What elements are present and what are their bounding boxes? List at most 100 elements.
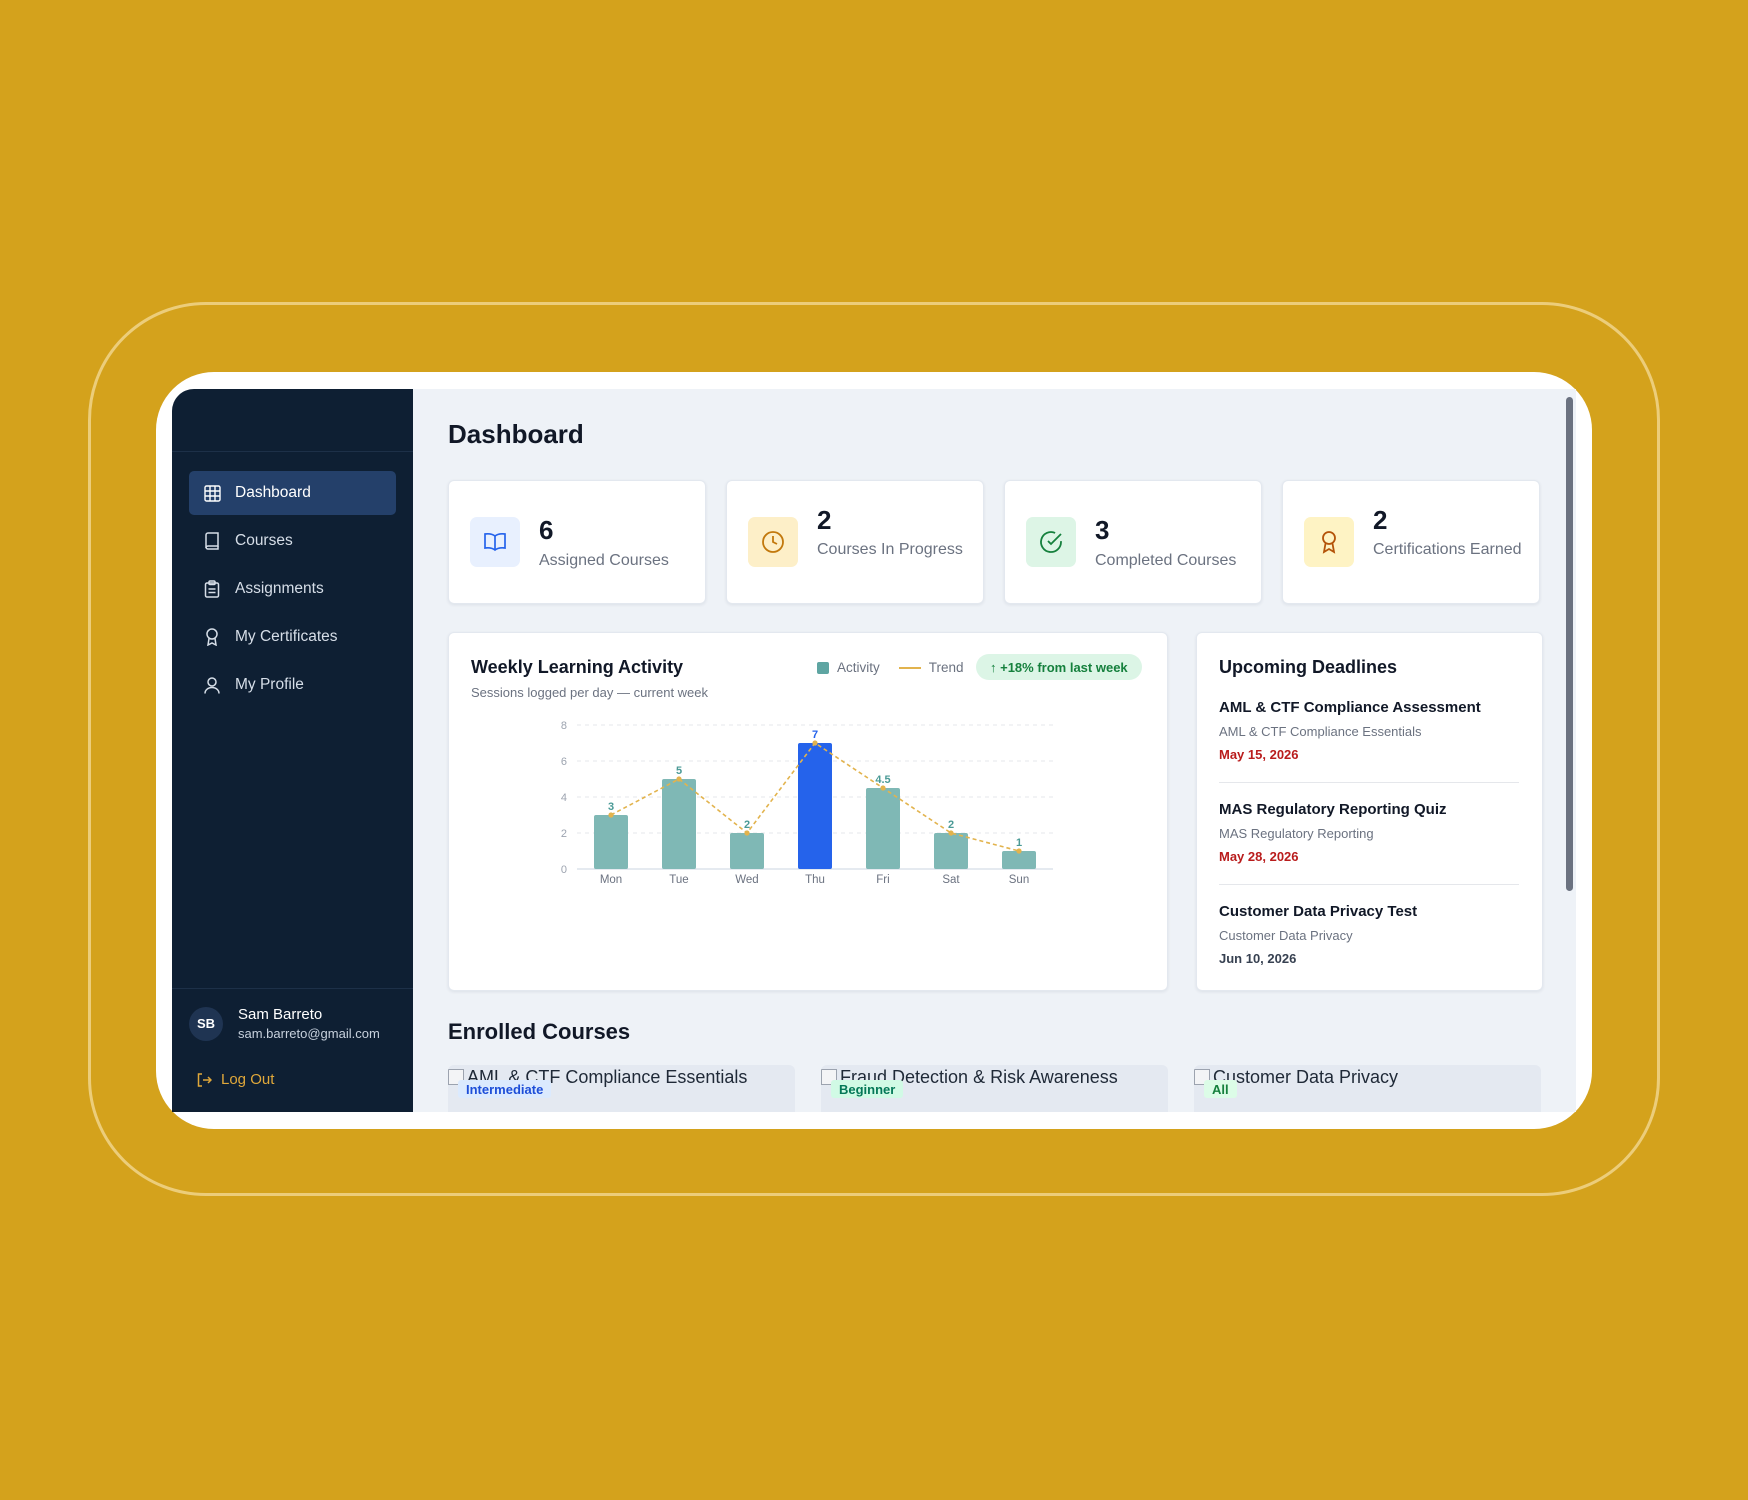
y-tick-label: 0 <box>561 864 567 876</box>
deadline-date: Jun 10, 2026 <box>1219 951 1297 966</box>
deadline-course: Customer Data Privacy <box>1219 928 1353 943</box>
course-name: Customer Data Privacy <box>1213 1067 1399 1087</box>
level-badge: All <box>1204 1080 1237 1098</box>
y-tick-label: 4 <box>561 792 567 804</box>
bar <box>594 815 628 869</box>
deadline-name: AML & CTF Compliance Assessment <box>1219 699 1481 716</box>
stat-label: Certifications Earned <box>1373 541 1522 558</box>
user-email: sam.barreto@gmail.com <box>238 1026 380 1041</box>
deadlines-title: Upcoming Deadlines <box>1219 657 1398 677</box>
level-badge: Intermediate <box>458 1080 552 1098</box>
sidebar-item-certificates[interactable]: My Certificates <box>189 615 396 659</box>
x-tick-label: Sun <box>1009 874 1029 883</box>
bar-value-label: 3 <box>608 801 614 813</box>
bar-value-label: 7 <box>812 729 818 741</box>
trend-point <box>1016 848 1022 854</box>
book-open-icon <box>470 517 520 567</box>
grid-icon <box>203 484 221 502</box>
stat-value: 6 <box>539 515 554 545</box>
x-tick-label: Sat <box>942 874 960 883</box>
enrolled-courses-title: Enrolled Courses <box>448 1019 631 1044</box>
clipboard-icon <box>203 580 221 598</box>
trend-point <box>744 830 750 836</box>
chart-legend: Activity Trend <box>817 660 964 675</box>
sidebar-divider <box>172 451 413 452</box>
course-card[interactable]: Customer Data Privacy All <box>1194 1065 1541 1112</box>
user-name: Sam Barreto <box>238 1006 323 1023</box>
sidebar-item-label: Assignments <box>235 580 324 597</box>
deadline-date: May 28, 2026 <box>1219 849 1299 864</box>
book-icon <box>203 532 221 550</box>
sidebar-nav: Dashboard Courses Assignments My Certifi… <box>189 471 396 711</box>
x-tick-label: Mon <box>600 874 622 883</box>
legend-trend-label: Trend <box>928 660 964 675</box>
activity-chart-card: Weekly Learning Activity Sessions logged… <box>448 632 1168 991</box>
legend-trend-line <box>898 666 921 669</box>
stat-value: 2 <box>1373 505 1388 535</box>
bar <box>866 788 900 869</box>
x-tick-label: Wed <box>735 874 758 883</box>
sidebar-item-profile[interactable]: My Profile <box>189 663 396 707</box>
stat-card-assigned[interactable]: 6 Assigned Courses <box>448 480 706 604</box>
deadline-date: May 15, 2026 <box>1219 747 1299 762</box>
app-screen: Dashboard Courses Assignments My Certifi… <box>172 389 1576 1112</box>
deadline-name: Customer Data Privacy Test <box>1219 903 1418 920</box>
bar-value-label: 1 <box>1016 837 1022 849</box>
sidebar-item-label: My Profile <box>235 676 304 693</box>
deadline-divider <box>1219 782 1519 783</box>
bar <box>662 779 696 869</box>
deadline-name: MAS Regulatory Reporting Quiz <box>1219 801 1447 818</box>
deadline-item[interactable]: MAS Regulatory Reporting Quiz MAS Regula… <box>1219 801 1519 864</box>
chart-title: Weekly Learning Activity <box>471 657 684 677</box>
activity-chart: 024683Mon5Tue2Wed7Thu4.5Fri2Sat1Sun <box>561 720 1053 883</box>
bar <box>730 833 764 869</box>
legend-activity-swatch <box>817 661 829 674</box>
award-icon <box>1304 517 1354 567</box>
trend-point <box>812 740 818 746</box>
logout-icon <box>197 1072 212 1087</box>
trend-badge: ↑ +18% from last week <box>976 654 1142 680</box>
sidebar-divider <box>172 988 413 989</box>
page-title: Dashboard <box>448 419 584 449</box>
bar-value-label: 2 <box>948 819 954 831</box>
logout-label: Log Out <box>221 1071 275 1088</box>
sidebar-item-dashboard[interactable]: Dashboard <box>189 471 396 515</box>
deadline-item[interactable]: AML & CTF Compliance Assessment AML & CT… <box>1219 699 1519 762</box>
clock-icon <box>748 517 798 567</box>
y-tick-label: 2 <box>561 828 567 840</box>
award-icon <box>203 628 221 646</box>
sidebar-item-courses[interactable]: Courses <box>189 519 396 563</box>
bar <box>1002 851 1036 869</box>
x-tick-label: Thu <box>805 874 825 883</box>
course-card[interactable]: AML & CTF Compliance Essentials Intermed… <box>448 1065 795 1112</box>
sidebar-item-label: My Certificates <box>235 628 338 645</box>
course-card[interactable]: Fraud Detection & Risk Awareness Beginne… <box>821 1065 1168 1112</box>
sidebar-item-assignments[interactable]: Assignments <box>189 567 396 611</box>
user-icon <box>203 676 221 694</box>
deadline-course: MAS Regulatory Reporting <box>1219 826 1374 841</box>
bar <box>934 833 968 869</box>
stat-card-in-progress[interactable]: 2 Courses In Progress <box>726 480 984 604</box>
x-tick-label: Fri <box>876 874 889 883</box>
logout-button[interactable]: Log Out <box>196 1071 274 1088</box>
stat-label: Courses In Progress <box>817 541 963 558</box>
trend-point <box>948 830 954 836</box>
stat-value: 2 <box>817 505 832 535</box>
deadline-item[interactable]: Customer Data Privacy Test Customer Data… <box>1219 903 1519 966</box>
deadline-course: AML & CTF Compliance Essentials <box>1219 724 1422 739</box>
x-tick-label: Tue <box>669 874 688 883</box>
scrollbar[interactable] <box>1566 397 1573 891</box>
trend-point <box>608 812 614 818</box>
deadlines-card: Upcoming Deadlines AML & CTF Compliance … <box>1196 632 1543 991</box>
user-profile[interactable]: SB Sam Barreto sam.barreto@gmail.com <box>189 1006 380 1041</box>
level-badge: Beginner <box>831 1080 904 1098</box>
sidebar-item-label: Dashboard <box>235 484 311 501</box>
y-tick-label: 8 <box>561 720 567 732</box>
bar <box>798 743 832 869</box>
deadline-divider <box>1219 884 1519 885</box>
trend-point <box>676 776 682 782</box>
stat-card-completed[interactable]: 3 Completed Courses <box>1004 480 1262 604</box>
stat-label: Completed Courses <box>1095 552 1237 569</box>
legend-activity-label: Activity <box>837 660 880 675</box>
stat-card-certifications[interactable]: 2 Certifications Earned <box>1282 480 1540 604</box>
